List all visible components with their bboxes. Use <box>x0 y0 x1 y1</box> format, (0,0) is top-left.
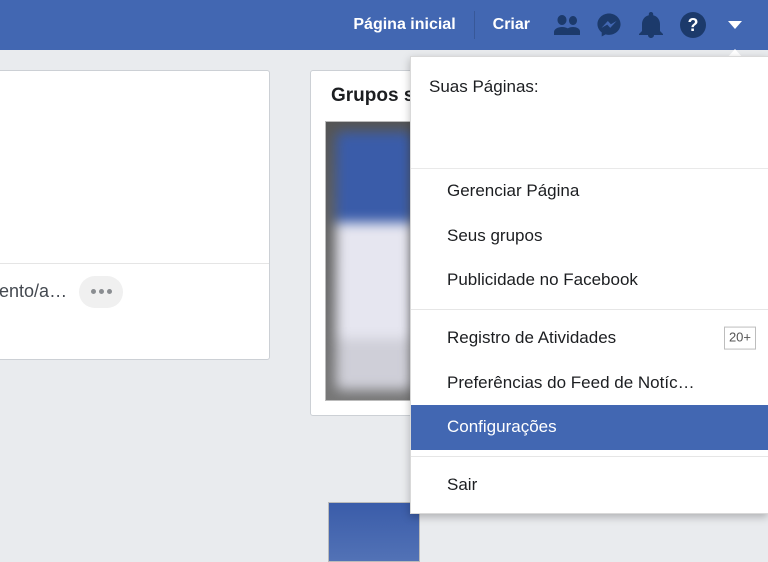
more-options-button[interactable] <box>79 276 123 308</box>
activity-count-badge: 20+ <box>724 327 756 350</box>
messenger-icon[interactable] <box>590 6 628 44</box>
nav-divider <box>474 11 475 39</box>
create-link[interactable]: Criar <box>479 10 544 40</box>
notifications-icon[interactable] <box>632 6 670 44</box>
dropdown-item-feed-preferences[interactable]: Preferências do Feed de Notíc… <box>411 361 768 406</box>
feeling-label: Sentimento/a… <box>0 281 67 302</box>
home-link[interactable]: Página inicial <box>339 10 469 40</box>
chevron-down-icon <box>728 21 742 29</box>
dropdown-item-label: Registro de Atividades <box>447 328 616 347</box>
dropdown-separator <box>411 309 768 310</box>
dropdown-item-advertising[interactable]: Publicidade no Facebook <box>411 258 768 303</box>
top-navbar: Página inicial Criar ? <box>0 0 768 50</box>
account-dropdown-menu: Suas Páginas: Gerenciar Página Seus grup… <box>410 56 768 514</box>
friends-icon[interactable] <box>548 6 586 44</box>
dropdown-item-your-groups[interactable]: Seus grupos <box>411 214 768 259</box>
dropdown-item-settings[interactable]: Configurações <box>411 405 768 450</box>
help-icon[interactable]: ? <box>674 6 712 44</box>
dropdown-item-logout[interactable]: Sair <box>411 463 768 508</box>
account-menu-caret[interactable] <box>716 6 754 44</box>
dropdown-section-header: Suas Páginas: <box>411 63 768 111</box>
group-thumbnail-secondary[interactable] <box>328 502 420 562</box>
left-card: Sentimento/a… <box>0 70 270 360</box>
dropdown-item-manage-page[interactable]: Gerenciar Página <box>411 169 768 214</box>
dropdown-item-activity-log[interactable]: Registro de Atividades 20+ <box>411 316 768 361</box>
dropdown-pages-area <box>411 111 768 169</box>
dropdown-separator <box>411 456 768 457</box>
group-thumbnail[interactable] <box>325 121 423 401</box>
